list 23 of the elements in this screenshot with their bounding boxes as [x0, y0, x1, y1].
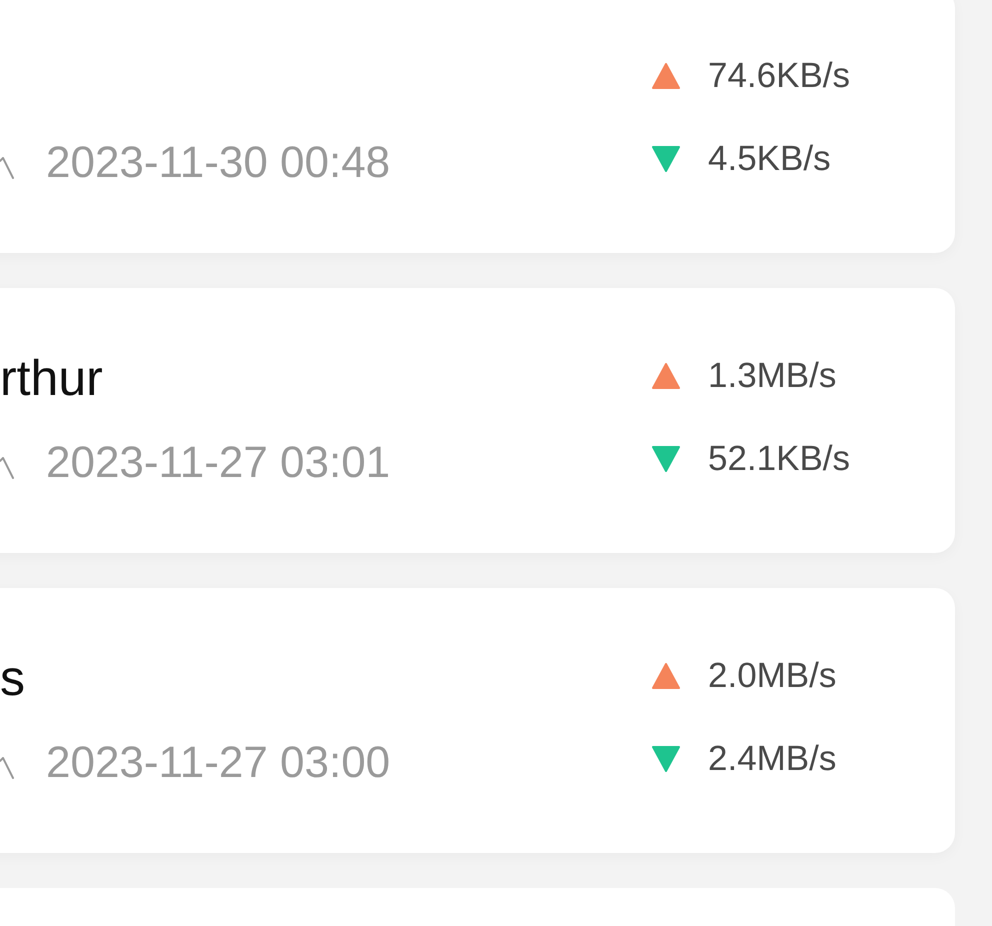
up-triangle-icon	[652, 363, 680, 389]
timestamp-text: 2023-11-27 03:00	[46, 738, 390, 788]
speed-text: 2.4MB/s	[708, 738, 836, 780]
list-card[interactable]: s 2023-11-27 03:00 2.0MB/s 2.4MB/s	[0, 588, 955, 853]
speed-text: 74.6KB/s	[708, 55, 850, 97]
speed-text: 52.1KB/s	[708, 438, 850, 480]
speed-text: 4.5KB/s	[708, 138, 831, 180]
device-name: s	[0, 650, 26, 706]
down-triangle-icon	[652, 746, 680, 772]
up-triangle-icon	[652, 63, 680, 89]
device-name: rthur	[0, 350, 104, 406]
cropped-icon	[0, 456, 14, 478]
down-triangle-icon	[652, 146, 680, 172]
speed-text: 1.3MB/s	[708, 355, 836, 397]
list-card[interactable]: rthur 2023-11-27 03:01 1.3MB/s 52.1KB/s	[0, 288, 955, 553]
timestamp-text: 2023-11-27 03:01	[46, 438, 390, 488]
down-triangle-icon	[652, 446, 680, 472]
cropped-icon	[0, 156, 14, 178]
cropped-icon	[0, 756, 14, 778]
speed-text: 2.0MB/s	[708, 655, 836, 697]
up-triangle-icon	[652, 663, 680, 689]
timestamp-text: 2023-11-30 00:48	[46, 138, 390, 188]
list-card[interactable]: 2023-11-30 00:48 74.6KB/s 4.5KB/s	[0, 0, 955, 253]
